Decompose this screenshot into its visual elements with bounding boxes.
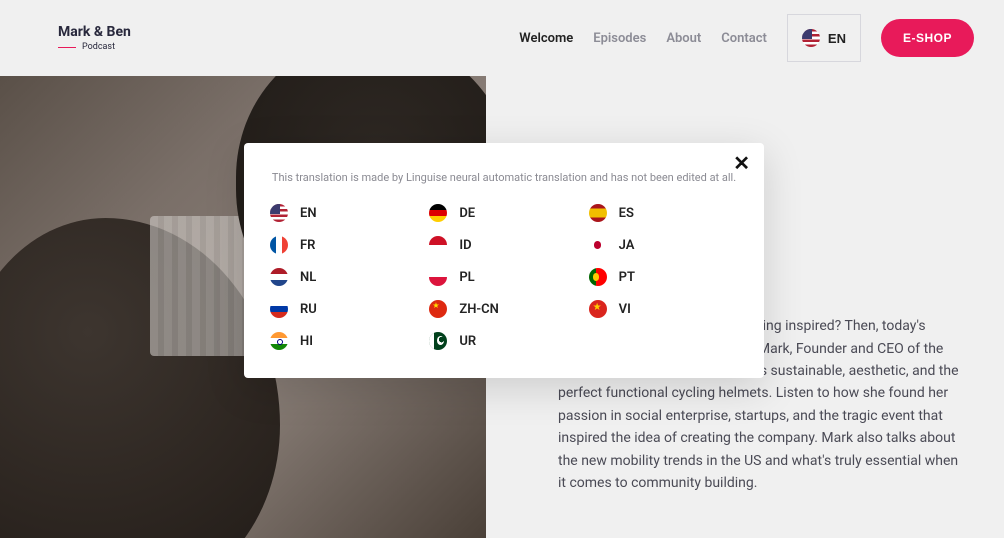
language-modal: ✕ This translation is made by Linguise n… [244, 143, 764, 378]
es-flag-icon [589, 204, 607, 222]
language-option-es[interactable]: ES [589, 204, 738, 222]
language-code-label: DE [459, 206, 475, 221]
language-option-pt[interactable]: PT [589, 268, 738, 286]
logo-sub: Podcast [82, 42, 115, 52]
language-code-label: PT [619, 270, 635, 285]
language-code-label: EN [300, 206, 317, 221]
id-flag-icon [429, 236, 447, 254]
pt-flag-icon [589, 268, 607, 286]
language-code-label: ZH-CN [459, 302, 499, 317]
language-code-label: UR [459, 334, 476, 349]
ru-flag-icon [270, 300, 288, 318]
language-option-nl[interactable]: NL [270, 268, 419, 286]
modal-caption: This translation is made by Linguise neu… [270, 171, 738, 184]
language-option-ja[interactable]: JA [589, 236, 738, 254]
language-code: EN [828, 31, 846, 46]
language-code-label: RU [300, 302, 317, 317]
nl-flag-icon [270, 268, 288, 286]
nav-welcome[interactable]: Welcome [519, 31, 573, 46]
logo-main: Mark & Ben [58, 24, 131, 40]
language-option-ur[interactable]: UR [429, 332, 578, 350]
language-option-id[interactable]: ID [429, 236, 578, 254]
language-code-label: FR [300, 238, 315, 253]
nav: Welcome Episodes About Contact EN E-SHOP [519, 14, 974, 62]
nav-contact[interactable]: Contact [721, 31, 767, 46]
language-option-fr[interactable]: FR [270, 236, 419, 254]
ja-flag-icon [589, 236, 607, 254]
language-grid: EN DE ES FR ID JA NL PL PT RU ZH-CN VI HI UR [270, 204, 738, 350]
language-option-zh[interactable]: ZH-CN [429, 300, 578, 318]
hi-flag-icon [270, 332, 288, 350]
language-switcher-button[interactable]: EN [787, 14, 861, 62]
logo[interactable]: Mark & Ben Podcast [58, 24, 131, 52]
vi-flag-icon [589, 300, 607, 318]
language-code-label: PL [459, 270, 474, 285]
language-code-label: NL [300, 270, 316, 285]
close-icon[interactable]: ✕ [733, 153, 750, 173]
logo-sub-row: Podcast [58, 42, 131, 52]
language-code-label: JA [619, 238, 635, 253]
language-option-en[interactable]: EN [270, 204, 419, 222]
de-flag-icon [429, 204, 447, 222]
fr-flag-icon [270, 236, 288, 254]
nav-episodes[interactable]: Episodes [593, 31, 646, 46]
pl-flag-icon [429, 268, 447, 286]
language-option-ru[interactable]: RU [270, 300, 419, 318]
language-option-de[interactable]: DE [429, 204, 578, 222]
language-option-vi[interactable]: VI [589, 300, 738, 318]
header: Mark & Ben Podcast Welcome Episodes Abou… [0, 0, 1004, 76]
language-option-hi[interactable]: HI [270, 332, 419, 350]
language-code-label: ID [459, 238, 471, 253]
us-flag-icon [802, 29, 820, 47]
ur-flag-icon [429, 332, 447, 350]
language-option-pl[interactable]: PL [429, 268, 578, 286]
logo-line-icon [58, 47, 76, 48]
zh-flag-icon [429, 300, 447, 318]
eshop-button[interactable]: E-SHOP [881, 19, 974, 57]
nav-about[interactable]: About [666, 31, 701, 46]
language-code-label: ES [619, 206, 634, 221]
language-code-label: HI [300, 334, 313, 349]
language-code-label: VI [619, 302, 631, 317]
en-flag-icon [270, 204, 288, 222]
